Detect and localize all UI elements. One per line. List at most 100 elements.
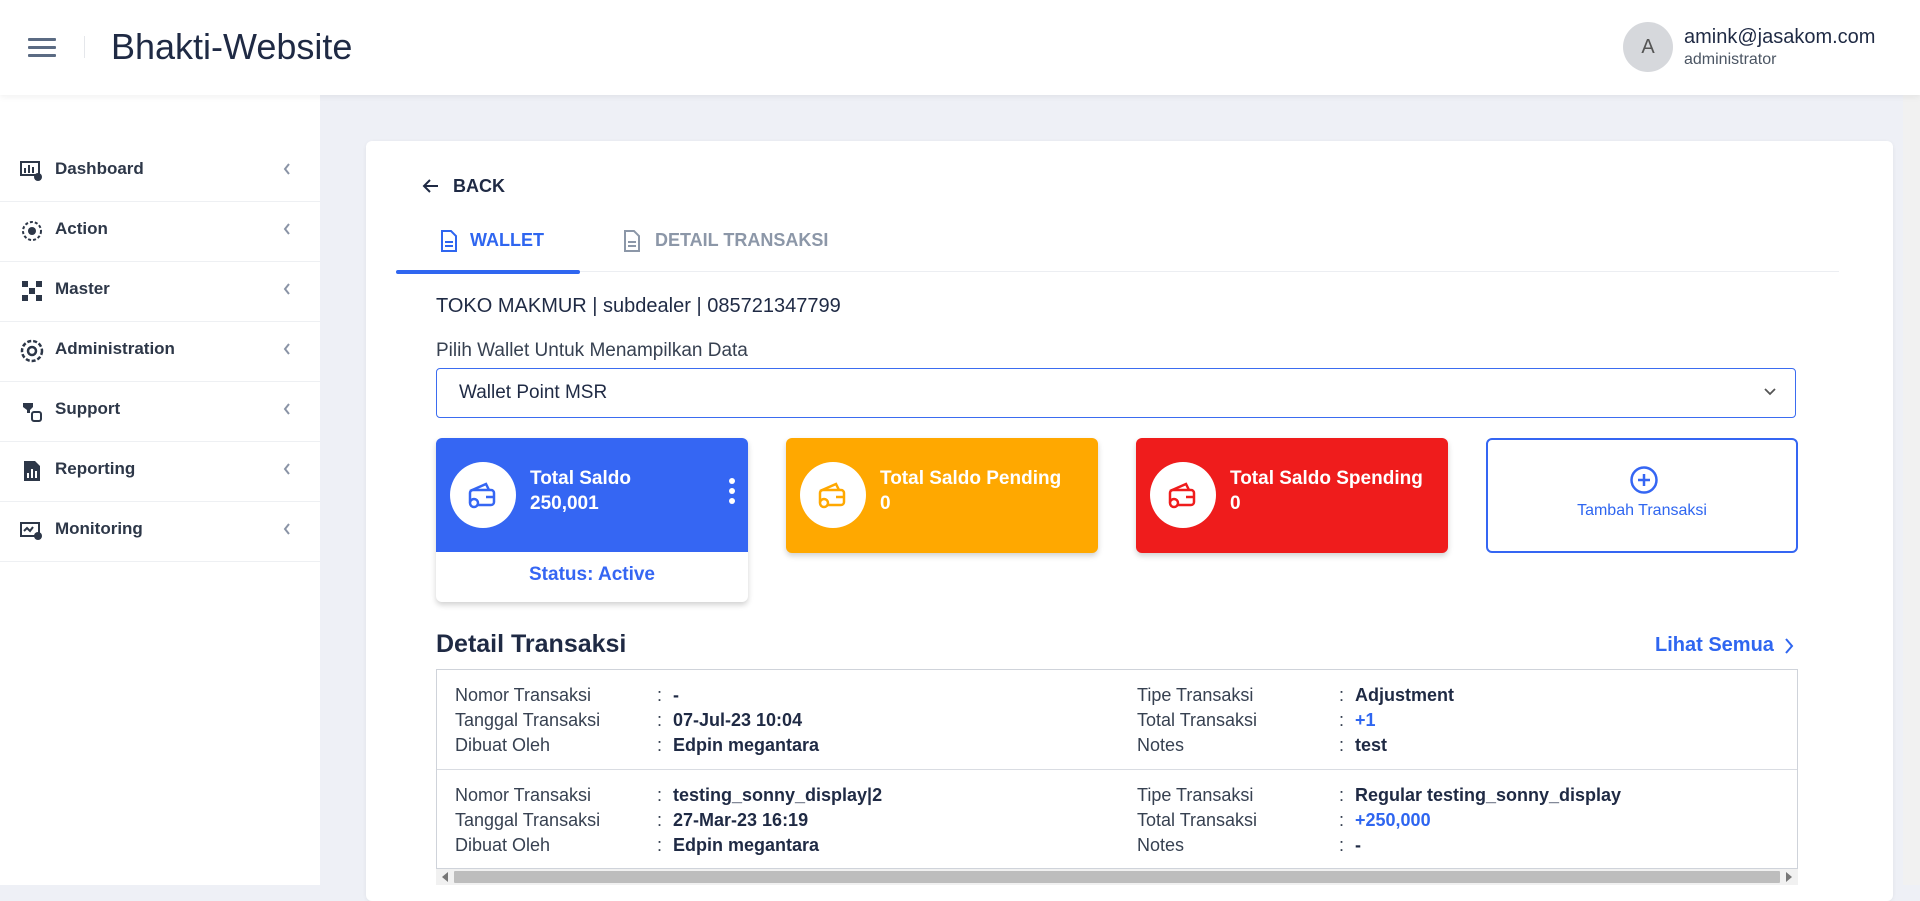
- administration-icon: [20, 339, 44, 363]
- colon: :: [657, 685, 663, 705]
- sidebar-item-label: Dashboard: [55, 159, 144, 178]
- label-total: Total Transaksi: [1137, 710, 1258, 730]
- vertical-scrollbar[interactable]: [1903, 95, 1920, 885]
- saldo-spending-value: 0: [1230, 493, 1241, 514]
- sidebar-item-label: Reporting: [55, 459, 136, 478]
- colon: :: [657, 835, 663, 855]
- table-row[interactable]: Nomor Transaksi : testing_sonny_display|…: [437, 769, 1797, 869]
- see-all-label: Lihat Semua: [1655, 634, 1774, 656]
- label-notes: Notes: [1137, 835, 1185, 855]
- saldo-spending-title: Total Saldo Spending: [1230, 468, 1423, 489]
- chevron-left-icon: [283, 283, 290, 295]
- value-total: +250,000: [1355, 810, 1431, 830]
- chevron-left-icon: [283, 163, 290, 175]
- sidebar-item-label: Master: [55, 279, 110, 298]
- add-transaction-button[interactable]: Tambah Transaksi: [1486, 438, 1798, 553]
- value-total: +1: [1355, 710, 1376, 730]
- dashboard-icon: [20, 161, 42, 181]
- user-role: administrator: [1684, 51, 1777, 68]
- sidebar-item-dashboard[interactable]: Dashboard: [0, 141, 320, 202]
- store-info: TOKO MAKMUR | subdealer | 085721347799: [436, 295, 841, 317]
- status-badge: Status: Active: [529, 564, 655, 585]
- tab-label: WALLET: [470, 230, 544, 250]
- colon: :: [1339, 685, 1345, 705]
- label-tipe: Tipe Transaksi: [1137, 685, 1254, 705]
- colon: :: [657, 785, 663, 805]
- sidebar-item-reporting[interactable]: Reporting: [0, 441, 320, 502]
- value-nomor: testing_sonny_display|2: [673, 785, 883, 805]
- top-header: Bhakti-Website A amink@jasakom.com admin…: [0, 0, 1920, 95]
- sidebar-item-action[interactable]: Action: [0, 201, 320, 262]
- colon: :: [657, 810, 663, 830]
- wallet-icon: [1168, 482, 1196, 509]
- label-tipe: Tipe Transaksi: [1137, 785, 1254, 805]
- sidebar-item-master[interactable]: Master: [0, 261, 320, 322]
- user-email[interactable]: amink@jasakom.com: [1684, 26, 1875, 49]
- sidebar-item-label: Support: [55, 399, 121, 418]
- sidebar-item-support[interactable]: Support: [0, 381, 320, 442]
- sidebar-item-monitoring[interactable]: Monitoring: [0, 501, 320, 562]
- wallet-icon: [818, 482, 846, 509]
- value-nomor: -: [673, 685, 679, 705]
- wallet-select[interactable]: Wallet Point MSR: [436, 368, 1796, 418]
- wallet-icon-badge: [1150, 462, 1216, 528]
- app-title: Bhakti-Website: [111, 26, 353, 67]
- scroll-left-arrow[interactable]: [442, 872, 448, 882]
- chevron-left-icon: [283, 343, 290, 355]
- wallet-icon-badge: [450, 462, 516, 528]
- master-icon: [22, 281, 42, 301]
- saldo-spending-card: Total Saldo Spending 0: [1136, 438, 1448, 553]
- scrollbar-thumb[interactable]: [454, 871, 1780, 883]
- sidebar-item-label: Administration: [55, 339, 175, 358]
- sidebar: Dashboard Action Master Administration S…: [0, 95, 320, 885]
- label-notes: Notes: [1137, 735, 1185, 755]
- chevron-left-icon: [283, 523, 290, 535]
- value-tanggal: 07-Jul-23 10:04: [673, 710, 803, 730]
- colon: :: [1339, 710, 1345, 730]
- header-divider: [84, 36, 85, 58]
- monitoring-icon: [20, 522, 42, 540]
- chevron-right-icon: [1785, 638, 1794, 654]
- sidebar-item-label: Monitoring: [55, 519, 143, 538]
- horizontal-scrollbar[interactable]: [436, 869, 1798, 885]
- value-dibuat: Edpin megantara: [673, 835, 820, 855]
- add-transaction-label: Tambah Transaksi: [1577, 502, 1707, 519]
- see-all-link[interactable]: Lihat Semua: [1655, 634, 1794, 657]
- value-tipe: Adjustment: [1355, 685, 1454, 705]
- total-saldo-header: Total Saldo 250,001: [436, 438, 748, 552]
- label-nomor: Nomor Transaksi: [455, 685, 592, 705]
- document-icon: [441, 230, 457, 252]
- saldo-pending-value: 0: [880, 493, 891, 514]
- tabs-divider: [396, 271, 1839, 272]
- sidebar-item-administration[interactable]: Administration: [0, 321, 320, 382]
- tab-label: DETAIL TRANSAKSI: [655, 230, 829, 250]
- saldo-pending-card: Total Saldo Pending 0: [786, 438, 1098, 553]
- table-row[interactable]: Nomor Transaksi : - Tanggal Transaksi : …: [437, 670, 1797, 769]
- avatar[interactable]: A: [1623, 22, 1673, 72]
- value-notes: -: [1355, 835, 1361, 855]
- colon: :: [1339, 735, 1345, 755]
- more-options-icon[interactable]: [728, 478, 736, 512]
- value-dibuat: Edpin megantara: [673, 735, 820, 755]
- colon: :: [1339, 835, 1345, 855]
- label-tanggal: Tanggal Transaksi: [455, 810, 601, 830]
- sidebar-item-label: Action: [55, 219, 108, 238]
- label-total: Total Transaksi: [1137, 810, 1258, 830]
- saldo-pending-title: Total Saldo Pending: [880, 468, 1062, 489]
- colon: :: [657, 710, 663, 730]
- value-notes: test: [1355, 735, 1388, 755]
- colon: :: [1339, 810, 1345, 830]
- colon: :: [1339, 785, 1345, 805]
- active-tab-indicator: [396, 270, 580, 274]
- scroll-right-arrow[interactable]: [1786, 872, 1792, 882]
- label-dibuat: Dibuat Oleh: [455, 735, 551, 755]
- hamburger-menu-icon[interactable]: [28, 38, 56, 62]
- action-icon: [22, 221, 42, 241]
- chevron-left-icon: [283, 403, 290, 415]
- value-tipe: Regular testing_sonny_display: [1355, 785, 1622, 805]
- total-saldo-card: Total Saldo 250,001 Status: Active: [436, 438, 748, 602]
- colon: :: [657, 735, 663, 755]
- total-saldo-value: 250,001: [530, 493, 599, 514]
- transaction-table: Nomor Transaksi : - Tanggal Transaksi : …: [436, 669, 1798, 869]
- value-tanggal: 27-Mar-23 16:19: [673, 810, 809, 830]
